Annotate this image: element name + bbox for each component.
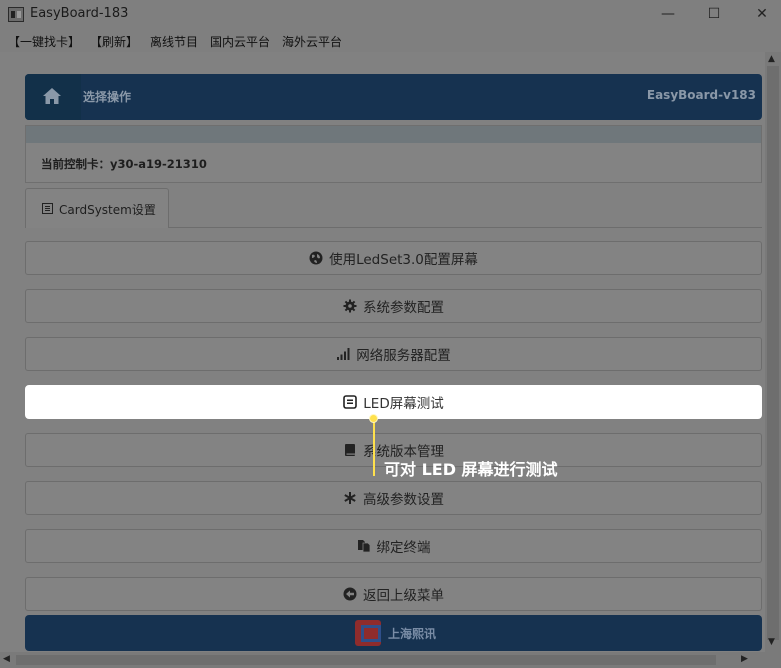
button-label: 使用LedSet3.0配置屏幕 [329, 252, 478, 268]
current-card-label: 当前控制卡：y30-a19-21310 [41, 157, 207, 171]
app-icon [8, 7, 24, 22]
header-title: 选择操作 [83, 90, 132, 104]
header-bar: 选择操作 EasyBoard-v183 [25, 74, 762, 120]
scrollbar-corner [765, 652, 781, 668]
menu-domestic-cloud[interactable]: 国内云平台 [210, 33, 270, 50]
back-menu-button[interactable]: 返回上级菜单 [25, 577, 762, 611]
button-label: 高级参数设置 [363, 492, 444, 508]
header-version: EasyBoard-v183 [646, 88, 756, 102]
system-params-button[interactable]: 系统参数配置 [25, 289, 762, 323]
home-button[interactable] [25, 74, 81, 120]
scroll-left-icon[interactable]: ◀ [3, 654, 10, 664]
callout-text: 可对 LED 屏幕进行测试 [384, 460, 558, 479]
tab-cardsystem[interactable]: CardSystem设置 [25, 188, 169, 228]
led-screen-test-button[interactable]: LED屏幕测试 [25, 385, 762, 419]
asterisk-icon [344, 492, 356, 504]
maximize-button[interactable]: ☐ [700, 3, 728, 25]
scroll-down-icon[interactable]: ▼ [768, 637, 775, 647]
bind-terminal-button[interactable]: 绑定终端 [25, 529, 762, 563]
network-server-button[interactable]: 网络服务器配置 [25, 337, 762, 371]
menu-offline-program[interactable]: 离线节目 [150, 33, 198, 50]
callout-line [373, 419, 375, 476]
vertical-scroll-thumb[interactable] [767, 66, 779, 640]
menubar: 【一键找卡】 【刷新】 离线节目 国内云平台 海外云平台 [0, 30, 781, 52]
globe-icon [309, 251, 323, 265]
footer-bar: 上海熙讯 [25, 615, 762, 651]
tab-label: CardSystem设置 [59, 203, 156, 217]
window-title: EasyBoard-183 [30, 6, 129, 21]
advanced-params-button[interactable]: 高级参数设置 [25, 481, 762, 515]
vertical-scrollbar[interactable]: ▲ ▼ [765, 52, 781, 652]
book-icon [345, 444, 355, 456]
callout-dot [369, 414, 378, 423]
list-icon [42, 203, 53, 214]
button-label: 绑定终端 [376, 540, 431, 556]
documents-icon [357, 540, 370, 553]
back-arrow-icon [343, 587, 357, 601]
window-titlebar: EasyBoard-183 — ☐ ✕ [0, 0, 781, 30]
tab-divider [169, 227, 762, 228]
ledset-config-button[interactable]: 使用LedSet3.0配置屏幕 [25, 241, 762, 275]
menu-find-card[interactable]: 【一键找卡】 [8, 33, 80, 50]
close-button[interactable]: ✕ [748, 3, 776, 25]
button-label: 返回上级菜单 [363, 588, 444, 604]
menu-refresh[interactable]: 【刷新】 [90, 33, 138, 50]
button-label: LED屏幕测试 [363, 396, 444, 412]
button-label: 系统参数配置 [363, 300, 444, 316]
footer-brand: 上海熙讯 [388, 627, 437, 641]
screen-icon [343, 395, 358, 409]
brand-logo-icon [355, 620, 381, 646]
home-icon [43, 88, 61, 104]
scroll-right-icon[interactable]: ▶ [741, 654, 748, 664]
horizontal-scrollbar[interactable]: ◀ ▶ [0, 652, 765, 668]
menu-overseas-cloud[interactable]: 海外云平台 [282, 33, 342, 50]
scroll-up-icon[interactable]: ▲ [768, 54, 775, 64]
horizontal-scroll-thumb[interactable] [16, 655, 716, 665]
minimize-button[interactable]: — [654, 3, 682, 25]
content-area: 选择操作 EasyBoard-v183 当前控制卡：y30-a19-21310 … [0, 52, 765, 652]
button-label: 网络服务器配置 [356, 348, 451, 364]
info-panel: 当前控制卡：y30-a19-21310 [25, 125, 762, 183]
info-strip [26, 126, 761, 143]
signal-bars-icon [337, 348, 350, 360]
gear-icon [343, 299, 357, 313]
